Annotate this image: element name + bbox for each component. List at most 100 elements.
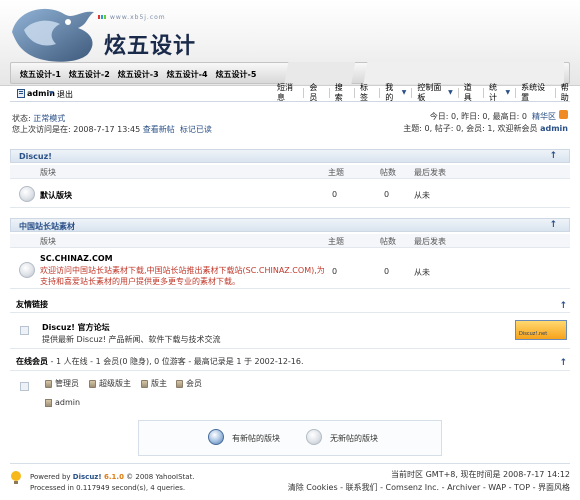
lightbulb-icon xyxy=(11,471,21,484)
menu-label: 统计 xyxy=(489,83,498,102)
forum-topics: 0 xyxy=(332,267,338,276)
menu-label: 短消息 xyxy=(277,83,293,102)
nav-tab-5[interactable]: 炫五设计-5 xyxy=(216,69,257,80)
role-member: 会员 xyxy=(176,378,202,389)
menu-label: 系统设置 xyxy=(521,83,546,102)
role-admin: 管理员 xyxy=(45,378,79,389)
col-posts: 帖数 xyxy=(380,237,396,246)
menu-members[interactable]: 会员 xyxy=(303,83,328,102)
discuz-badge-logo[interactable] xyxy=(515,320,567,340)
menu-search[interactable]: 搜索 xyxy=(328,83,354,102)
menu-control-panel[interactable]: 控制面板 ▼ xyxy=(411,83,457,102)
logout-link[interactable]: 退出 xyxy=(57,89,73,100)
top-menu: 短消息 会员 搜索 标签 我的 ▼ 控制面板 ▼ 道具 统计 ▼ 系统设置 帮助 xyxy=(272,83,580,102)
no-new-posts-forum-icon xyxy=(306,429,322,445)
menu-label: 控制面板 xyxy=(417,83,442,102)
forum-posts: 0 xyxy=(384,190,390,199)
nav-tabs: 炫五设计-1 炫五设计-2 炫五设计-3 炫五设计-4 炫五设计-5 xyxy=(20,69,256,80)
logo-url: www.xb5j.com xyxy=(110,14,166,21)
last-visit-line: 您上次访问是在: 2008-7-17 13:45 查看新帖 标记已读 xyxy=(12,124,212,135)
divider xyxy=(10,101,570,102)
col-last: 最后发表 xyxy=(414,168,446,177)
moderator-icon xyxy=(141,379,148,388)
link-name[interactable]: Discuz! 官方论坛 xyxy=(42,322,110,333)
role-mod: 版主 xyxy=(141,378,167,389)
version: 6.1.0 xyxy=(101,473,124,481)
nav-tab-2[interactable]: 炫五设计-2 xyxy=(69,69,110,80)
category-header-discuz: Discuz! ↑ xyxy=(10,149,570,163)
status-line: 状态: 正常模式 xyxy=(12,113,65,124)
footer-links[interactable]: 清除 Cookies - 联系我们 - Comsenz Inc. - Archi… xyxy=(288,482,570,493)
nav-decoration xyxy=(264,62,564,84)
forum-row: 默认版块 0 0 从未 xyxy=(10,180,570,208)
forum-status-icon xyxy=(19,262,35,278)
site-title: 炫五设计 xyxy=(104,34,197,59)
col-forum: 版块 xyxy=(40,237,56,246)
collapse-icon[interactable]: ↑ xyxy=(559,358,567,368)
column-headers: 版块 主题 帖数 最后发表 xyxy=(10,165,570,179)
nav-tab-1[interactable]: 炫五设计-1 xyxy=(20,69,61,80)
collapse-icon[interactable]: ↑ xyxy=(559,301,567,311)
category-title[interactable]: Discuz! xyxy=(19,152,52,161)
menu-label: 我的 xyxy=(385,83,394,102)
chevron-down-icon[interactable]: ▼ xyxy=(49,90,54,97)
menu-stats[interactable]: 统计 ▼ xyxy=(483,83,515,102)
online-header: 在线会员 - 1 人在线 - 1 会员(0 隐身), 0 位游客 - 最高记录是… xyxy=(16,356,304,367)
forum-description: 欢迎访问中国站长站素材下载,中国站长站推出素材下载站(SC.CHINAZ.COM… xyxy=(40,266,325,286)
menu-label: 道具 xyxy=(463,83,472,102)
column-headers: 版块 主题 帖数 最后发表 xyxy=(10,234,570,248)
divider xyxy=(10,463,570,464)
role-label: 版主 xyxy=(151,379,167,388)
digest-link[interactable]: 精华区 xyxy=(532,112,556,121)
forum-row: SC.CHINAZ.COM 欢迎访问中国站长站素材下载,中国站长站推出素材下载站… xyxy=(10,249,570,289)
col-last: 最后发表 xyxy=(414,237,446,246)
last-visit-text: 您上次访问是在: 2008-7-17 13:45 xyxy=(12,125,141,134)
copyright: © 2008 YahooIStat. xyxy=(123,473,195,481)
online-icon xyxy=(20,382,29,391)
discuz-link[interactable]: Discuz! xyxy=(73,473,102,481)
menu-label: 会员 xyxy=(309,83,318,102)
super-moderator-icon xyxy=(89,379,96,388)
col-topics: 主题 xyxy=(328,237,344,246)
menu-messages[interactable]: 短消息 xyxy=(272,83,303,102)
forum-legend-box xyxy=(138,420,442,456)
logo-color-squares xyxy=(98,15,108,19)
collapse-icon[interactable]: ↑ xyxy=(549,151,557,161)
view-new-posts-link[interactable]: 查看新帖 xyxy=(143,125,175,134)
new-member-link[interactable]: admin xyxy=(540,124,568,133)
menu-tags[interactable]: 标签 xyxy=(353,83,379,102)
mark-read-link[interactable]: 标记已读 xyxy=(180,125,212,134)
menu-items[interactable]: 道具 xyxy=(457,83,483,102)
online-summary: - 1 人在线 - 1 会员(0 隐身), 0 位游客 - 最高记录是 1 于 … xyxy=(48,357,304,366)
rss-icon[interactable] xyxy=(559,110,568,119)
collapse-icon[interactable]: ↑ xyxy=(549,220,557,230)
forum-posts: 0 xyxy=(384,267,390,276)
processed-info: Processed in 0.117949 second(s), 4 queri… xyxy=(30,484,186,492)
col-topics: 主题 xyxy=(328,168,344,177)
role-super-mod: 超级版主 xyxy=(89,378,131,389)
menu-my[interactable]: 我的 ▼ xyxy=(379,83,411,102)
dragon-logo-icon xyxy=(12,8,94,62)
role-label: 会员 xyxy=(186,379,202,388)
nav-tab-3[interactable]: 炫五设计-3 xyxy=(118,69,159,80)
member-icon xyxy=(176,379,183,388)
forum-topics: 0 xyxy=(332,190,338,199)
forum-name-link[interactable]: SC.CHINAZ.COM xyxy=(40,254,113,263)
forum-name-link[interactable]: 默认版块 xyxy=(40,190,72,201)
menu-label: 标签 xyxy=(359,83,368,102)
menu-help[interactable]: 帮助 xyxy=(554,83,580,102)
col-forum: 版块 xyxy=(40,168,56,177)
forum-last-post: 从未 xyxy=(414,268,430,277)
nav-tab-4[interactable]: 炫五设计-4 xyxy=(167,69,208,80)
category-header-chinaz: 中国站长站素材 ↑ xyxy=(10,218,570,232)
stats-totals-text: 主题: 0, 帖子: 0, 会员: 1, 欢迎新会员 xyxy=(403,124,538,133)
menu-settings[interactable]: 系统设置 xyxy=(515,83,555,102)
stats-totals: 主题: 0, 帖子: 0, 会员: 1, 欢迎新会员 admin xyxy=(403,123,568,134)
legend-new-label: 有新帖的版块 xyxy=(232,434,280,443)
status-mode-link[interactable]: 正常模式 xyxy=(33,114,65,123)
online-user-link[interactable]: admin xyxy=(55,398,80,407)
menu-label: 搜索 xyxy=(334,83,343,102)
admin-icon xyxy=(45,398,52,407)
category-title[interactable]: 中国站长站素材 xyxy=(19,221,75,232)
admin-icon xyxy=(45,379,52,388)
